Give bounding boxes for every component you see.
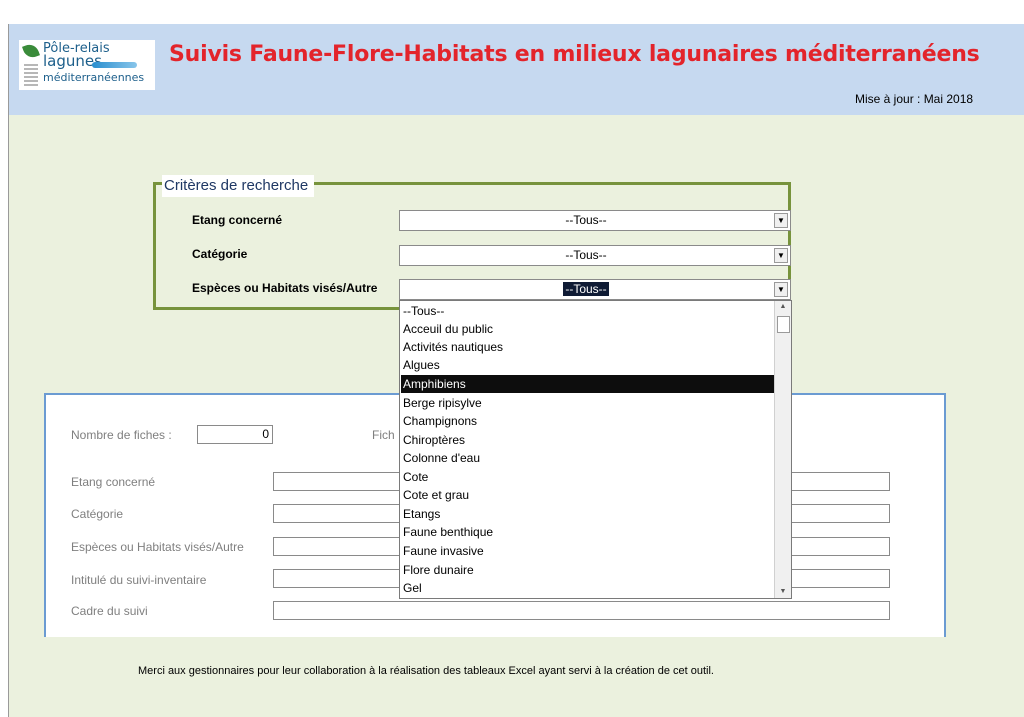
criteria-title: Critères de recherche	[162, 175, 315, 197]
top-strip	[0, 0, 1024, 24]
dropdown-item[interactable]: Algues	[401, 356, 774, 374]
scroll-down-icon[interactable]: ▼	[775, 586, 791, 598]
wave-icon	[92, 62, 137, 68]
dropdown-item[interactable]: Chiroptères	[401, 431, 774, 449]
criteria-label-categorie: Catégorie	[192, 247, 248, 261]
logo-line-3: méditerranéennes	[43, 71, 145, 84]
criteria-label-especes: Espèces ou Habitats visés/Autre	[192, 281, 378, 295]
dropdown-item[interactable]: Acceuil du public	[401, 320, 774, 338]
chevron-down-icon[interactable]: ▼	[774, 282, 788, 297]
result-label-intitule: Intitulé du suivi-inventaire	[71, 573, 207, 587]
leaf-icon	[22, 42, 40, 60]
count-field: 0	[197, 425, 273, 444]
dropdown-item[interactable]: Etangs	[401, 505, 774, 523]
dropdown-item[interactable]: Faune invasive	[401, 542, 774, 560]
chevron-down-icon[interactable]: ▼	[774, 213, 788, 228]
dropdown-item[interactable]: Cote et grau	[401, 486, 774, 504]
etang-combobox-value: --Tous--	[565, 213, 607, 227]
result-label-etang: Etang concerné	[71, 475, 156, 489]
dropdown-item[interactable]: Berge ripisylve	[401, 394, 774, 412]
categorie-combobox-value: --Tous--	[565, 248, 607, 262]
especes-dropdown-list[interactable]: --Tous-- Acceuil du public Activités nau…	[399, 300, 792, 599]
especes-selected-text: --Tous--	[563, 282, 609, 296]
dropdown-item-highlighted[interactable]: Amphibiens	[401, 375, 774, 393]
chevron-down-icon[interactable]: ▼	[774, 248, 788, 263]
scroll-up-icon[interactable]: ▲	[775, 301, 791, 313]
count-label: Nombre de fiches :	[71, 428, 172, 442]
result-field-cadre[interactable]	[273, 601, 890, 620]
logo-grid-icon	[24, 64, 38, 86]
app-title: Suivis Faune-Flore-Habitats en milieux l…	[169, 42, 980, 67]
dropdown-item[interactable]: Cote	[401, 468, 774, 486]
dropdown-item[interactable]: Flore dunaire	[401, 561, 774, 579]
dropdown-item[interactable]: Champignons	[401, 412, 774, 430]
fiche-label: Fich	[372, 428, 395, 442]
dropdown-scrollbar[interactable]: ▲ ▼	[774, 301, 791, 598]
etang-combobox[interactable]: --Tous-- ▼	[399, 210, 791, 231]
especes-combobox[interactable]: --Tous-- ▼	[399, 279, 791, 300]
app-header: Pôle-relais lagunes méditerranéennes Sui…	[9, 24, 1024, 115]
footer-text: Merci aux gestionnaires pour leur collab…	[138, 665, 714, 677]
criteria-label-etang: Etang concerné	[192, 213, 283, 227]
dropdown-item[interactable]: Gel	[401, 579, 774, 597]
result-label-cadre: Cadre du suivi	[71, 604, 148, 618]
dropdown-item[interactable]: --Tous--	[401, 302, 774, 320]
scroll-thumb[interactable]	[777, 316, 790, 333]
dropdown-item[interactable]: Activités nautiques	[401, 338, 774, 356]
dropdown-item[interactable]: Faune benthique	[401, 523, 774, 541]
categorie-combobox[interactable]: --Tous-- ▼	[399, 245, 791, 266]
update-date: Mise à jour : Mai 2018	[855, 92, 974, 106]
pole-relais-logo: Pôle-relais lagunes méditerranéennes	[19, 40, 155, 90]
result-label-especes: Espèces ou Habitats visés/Autre	[71, 540, 244, 554]
result-label-categorie: Catégorie	[71, 507, 124, 521]
dropdown-item[interactable]: Colonne d'eau	[401, 449, 774, 467]
especes-combobox-value: --Tous--	[400, 282, 772, 296]
